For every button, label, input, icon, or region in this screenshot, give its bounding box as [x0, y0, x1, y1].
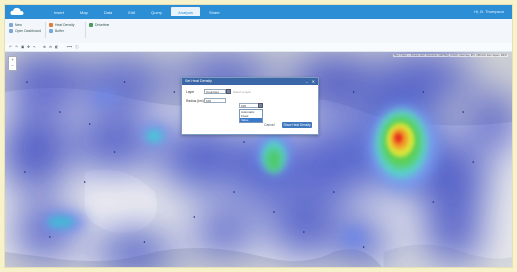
method-select-chevron-icon[interactable]	[258, 103, 263, 108]
heat-density-dialog: Set Heat Density – ✕ Layer Countries Sel…	[181, 77, 319, 135]
layer-select[interactable]: Countries	[204, 89, 226, 94]
heat-density-icon	[49, 23, 53, 27]
zoom-control: + −	[8, 56, 17, 71]
tab-share[interactable]: Share	[202, 7, 227, 16]
extent-icon[interactable]: ◧	[55, 45, 58, 49]
layer-label: Layer	[186, 90, 195, 94]
layer-hint: Select a layer	[233, 90, 252, 94]
main-tabs: Insert Map Data Edit Query Analysis Share	[47, 7, 227, 19]
cancel-link[interactable]: Cancel	[264, 123, 275, 127]
undo-icon[interactable]: ↶	[9, 45, 12, 49]
show-heat-density-button[interactable]: Show Heat Density	[282, 122, 312, 128]
dropdown-option[interactable]: Value	[240, 118, 262, 122]
identify-icon[interactable]: ⓘ	[75, 45, 79, 50]
tab-map[interactable]: Map	[73, 7, 95, 16]
zoom-in-tool-icon[interactable]: ⊕	[43, 45, 46, 49]
cloud-logo-icon	[10, 7, 24, 15]
layer-select-chevron-icon[interactable]	[226, 89, 231, 94]
close-icon[interactable]: ✕	[312, 78, 315, 85]
tab-analysis[interactable]: Analysis	[171, 7, 200, 16]
minimize-icon[interactable]: –	[306, 78, 308, 85]
tab-edit[interactable]: Edit	[121, 7, 142, 16]
dialog-title: Set Heat Density	[185, 79, 212, 83]
tab-insert[interactable]: Insert	[47, 7, 71, 16]
title-bar: Insert Map Data Edit Query Analysis Share Hi, …	[5, 5, 512, 19]
ribbon-group-drivetime: Drivetime	[89, 22, 109, 28]
heat-layer-hot	[386, 123, 415, 157]
select-icon[interactable]: ↖	[33, 45, 36, 49]
radius-label: Radius (km)	[186, 99, 204, 103]
measure-icon[interactable]: ⟷	[67, 45, 72, 49]
dialog-header: Set Heat Density – ✕	[182, 78, 318, 85]
radius-input[interactable]: 100	[204, 98, 226, 103]
method-dropdown-list: Automatic Fixed Value	[239, 109, 263, 123]
user-menu[interactable]: Hi, B. Thompson	[474, 9, 504, 14]
map-attribution: Tiles © Esri — Source: Esri, DeLorme, NA…	[392, 54, 508, 57]
app-window: Insert Map Data Edit Query Analysis Share Hi, …	[4, 4, 513, 268]
ribbon-divider	[45, 22, 46, 38]
zoom-out-button[interactable]: −	[9, 63, 16, 69]
new-icon	[9, 23, 13, 27]
ribbon-divider	[85, 22, 86, 38]
dashboard-icon	[9, 29, 13, 33]
ribbon-group-analysis: Heat Density Buffer	[49, 22, 74, 34]
redo-icon[interactable]: ↷	[15, 45, 18, 49]
drivetime-icon	[89, 23, 93, 27]
ribbon-group-file: New Open Dashboard	[9, 22, 41, 34]
tab-query[interactable]: Query	[144, 7, 169, 16]
pan-icon[interactable]: ✥	[27, 45, 30, 49]
save-icon[interactable]: ▣	[21, 45, 24, 49]
open-dashboard-button[interactable]: Open Dashboard	[15, 28, 41, 34]
buffer-button[interactable]: Buffer	[55, 28, 64, 34]
zoom-out-tool-icon[interactable]: ⊖	[49, 45, 52, 49]
tab-data[interactable]: Data	[97, 7, 119, 16]
drivetime-button[interactable]: Drivetime	[95, 22, 109, 28]
buffer-icon	[49, 29, 53, 33]
ribbon: New Open Dashboard Heat Density Buffer D…	[5, 19, 512, 44]
quick-toolbar: ↶ ↷ ▣ ✥ ↖ ⊕ ⊖ ◧ ⟷ ⓘ	[5, 43, 512, 52]
